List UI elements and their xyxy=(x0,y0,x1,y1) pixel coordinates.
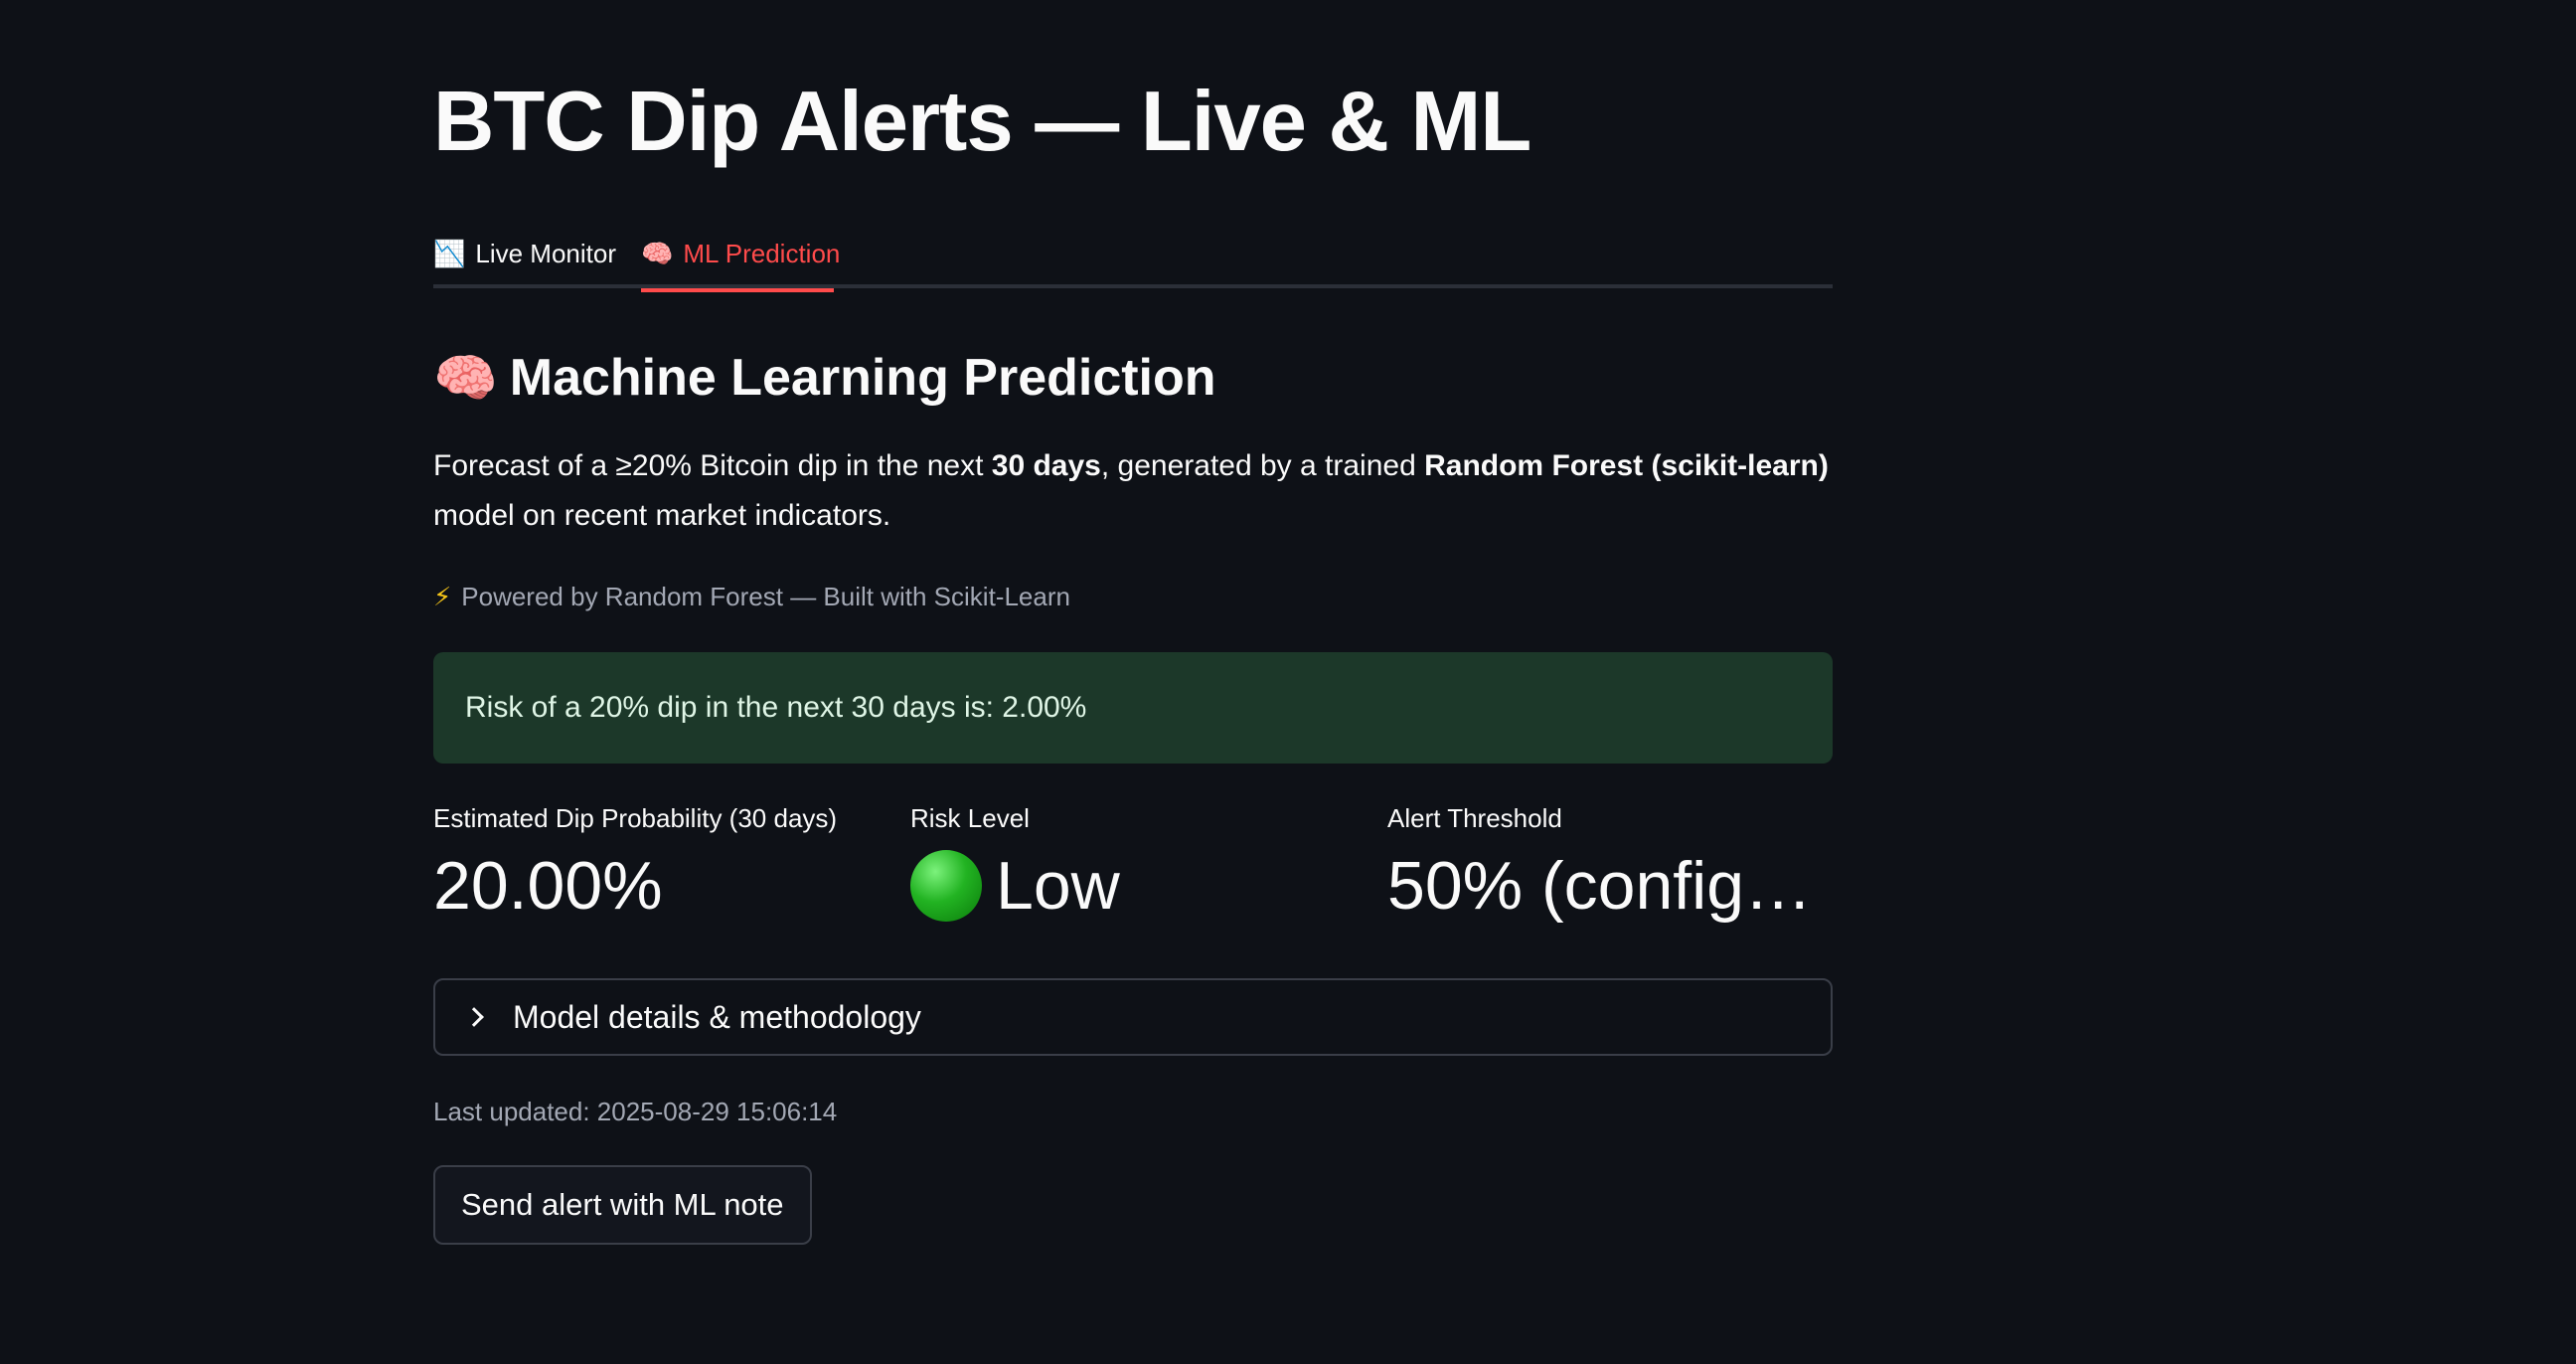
tab-live-monitor[interactable]: 📉 Live Monitor xyxy=(433,219,616,288)
tab-bar: 📉 Live Monitor 🧠 ML Prediction xyxy=(433,219,1833,292)
metric-dip-probability: Estimated Dip Probability (30 days) 20.0… xyxy=(433,795,910,931)
intro-bold-days: 30 days xyxy=(991,449,1101,482)
metric-value: 50% (config… xyxy=(1387,841,1833,931)
intro-text: Forecast of a ≥20% Bitcoin dip in the ne… xyxy=(433,449,992,482)
metric-label: Alert Threshold xyxy=(1387,803,1562,833)
success-alert-text: Risk of a 20% dip in the next 30 days is… xyxy=(465,691,1087,724)
green-circle-icon xyxy=(910,850,982,922)
chevron-right-icon xyxy=(464,1007,484,1027)
intro-bold-model: Random Forest (scikit-learn) xyxy=(1424,449,1829,482)
brain-icon: 🧠 xyxy=(433,349,498,408)
intro-text: model on recent market indicators. xyxy=(433,499,891,532)
metric-value-text: 50% (config… xyxy=(1387,848,1813,924)
intro-text: , generated by a trained xyxy=(1100,449,1425,482)
page-title: BTC Dip Alerts — Live & ML xyxy=(433,75,1531,169)
success-alert: Risk of a 20% dip in the next 30 days is… xyxy=(433,652,1833,764)
metric-value-text: 20.00% xyxy=(433,848,663,924)
tab-label: ML Prediction xyxy=(683,238,841,268)
expander-label: Model details & methodology xyxy=(513,998,921,1035)
send-alert-button[interactable]: Send alert with ML note xyxy=(433,1165,812,1245)
powered-by-text: Powered by Random Forest — Built with Sc… xyxy=(461,581,1070,611)
tab-ml-prediction[interactable]: 🧠 ML Prediction xyxy=(641,219,840,292)
lightning-icon: ⚡ xyxy=(433,581,452,611)
metric-label: Risk Level xyxy=(910,803,1030,833)
chart-decreasing-icon: 📉 xyxy=(433,238,466,268)
metric-risk-level: Risk Level Low xyxy=(910,795,1387,931)
metric-label: Estimated Dip Probability (30 days) xyxy=(433,803,838,833)
tab-label: Live Monitor xyxy=(475,238,616,268)
metric-alert-threshold: Alert Threshold 50% (config… xyxy=(1387,795,1833,931)
last-updated-text: Last updated: 2025-08-29 15:06:14 xyxy=(433,1096,838,1126)
metric-value: 20.00% xyxy=(433,841,910,931)
model-details-expander[interactable]: Model details & methodology xyxy=(433,978,1833,1056)
powered-by-caption: ⚡ Powered by Random Forest — Built with … xyxy=(433,577,1070,616)
brain-icon: 🧠 xyxy=(641,238,674,268)
intro-paragraph: Forecast of a ≥20% Bitcoin dip in the ne… xyxy=(433,441,1833,541)
metric-value-text: Low xyxy=(996,848,1120,924)
section-heading-text: Machine Learning Prediction xyxy=(509,349,1216,407)
last-updated-caption: Last updated: 2025-08-29 15:06:14 xyxy=(433,1092,837,1131)
section-heading: 🧠 Machine Learning Prediction xyxy=(433,338,1216,418)
metric-value: Low xyxy=(910,841,1387,931)
